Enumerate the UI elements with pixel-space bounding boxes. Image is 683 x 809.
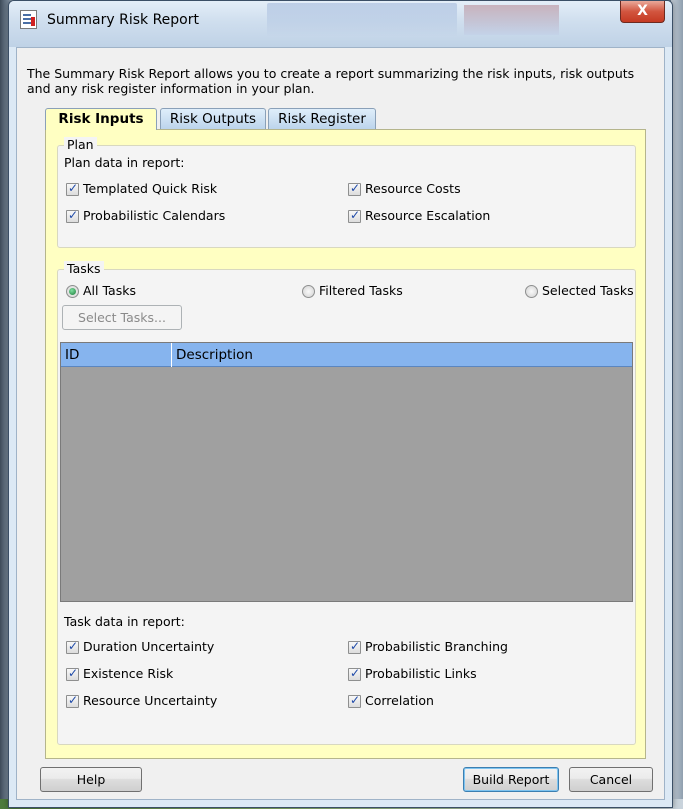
all-tasks-radio[interactable] (66, 285, 79, 298)
duration-uncertainty-label: Duration Uncertainty (83, 639, 215, 654)
tab-risk-inputs[interactable]: Risk Inputs (45, 108, 157, 130)
close-button[interactable]: X (620, 1, 665, 23)
column-header-description[interactable]: Description (172, 343, 472, 367)
selected-tasks-label: Selected Tasks (542, 283, 634, 298)
plan-data-label: Plan data in report: (64, 155, 185, 170)
intro-text: The Summary Risk Report allows you to cr… (27, 66, 635, 96)
risk-inputs-panel: Plan Plan data in report: Templated Quic… (45, 129, 646, 759)
summary-risk-report-dialog: Summary Risk Report X The Summary Risk R… (8, 0, 673, 808)
correlation-checkbox[interactable] (348, 693, 361, 708)
existence-risk-checkbox[interactable] (66, 666, 79, 681)
task-grid[interactable]: ID Description (60, 342, 633, 602)
resource-escalation-label: Resource Escalation (365, 208, 491, 223)
column-header-id[interactable]: ID (61, 343, 171, 367)
task-data-label: Task data in report: (64, 614, 185, 629)
build-report-button[interactable]: Build Report (463, 767, 559, 792)
tab-risk-outputs[interactable]: Risk Outputs (160, 108, 266, 129)
select-tasks-button[interactable]: Select Tasks... (62, 305, 182, 330)
existence-risk-label: Existence Risk (83, 666, 174, 681)
resource-uncertainty-checkbox[interactable] (66, 693, 79, 708)
task-grid-header: ID Description (61, 343, 632, 367)
tab-risk-register[interactable]: Risk Register (268, 108, 376, 129)
duration-uncertainty-checkbox[interactable] (66, 639, 79, 654)
correlation-label: Correlation (365, 693, 434, 708)
selected-tasks-radio[interactable] (525, 285, 538, 298)
resource-escalation-checkbox[interactable] (348, 208, 361, 223)
templated-quick-risk-checkbox[interactable] (66, 181, 79, 196)
probabilistic-links-label: Probabilistic Links (365, 666, 477, 681)
resource-costs-checkbox[interactable] (348, 181, 361, 196)
probabilistic-calendars-label: Probabilistic Calendars (83, 208, 226, 223)
templated-quick-risk-label: Templated Quick Risk (83, 181, 218, 196)
title-bar-glass (267, 3, 457, 37)
report-icon (20, 10, 37, 29)
window-title: Summary Risk Report (47, 12, 199, 28)
title-bar-glass (464, 5, 559, 35)
filtered-tasks-radio[interactable] (302, 285, 315, 298)
title-bar[interactable]: Summary Risk Report X (9, 1, 672, 47)
probabilistic-links-checkbox[interactable] (348, 666, 361, 681)
resource-costs-label: Resource Costs (365, 181, 461, 196)
all-tasks-label: All Tasks (83, 283, 136, 298)
help-button[interactable]: Help (40, 767, 142, 792)
probabilistic-branching-label: Probabilistic Branching (365, 639, 508, 654)
probabilistic-branching-checkbox[interactable] (348, 639, 361, 654)
probabilistic-calendars-checkbox[interactable] (66, 208, 79, 223)
tasks-group-title: Tasks (64, 261, 104, 276)
filtered-tasks-label: Filtered Tasks (319, 283, 403, 298)
dialog-body: The Summary Risk Report allows you to cr… (16, 47, 665, 800)
cancel-button[interactable]: Cancel (569, 767, 653, 792)
resource-uncertainty-label: Resource Uncertainty (83, 693, 218, 708)
plan-group-title: Plan (64, 137, 97, 152)
